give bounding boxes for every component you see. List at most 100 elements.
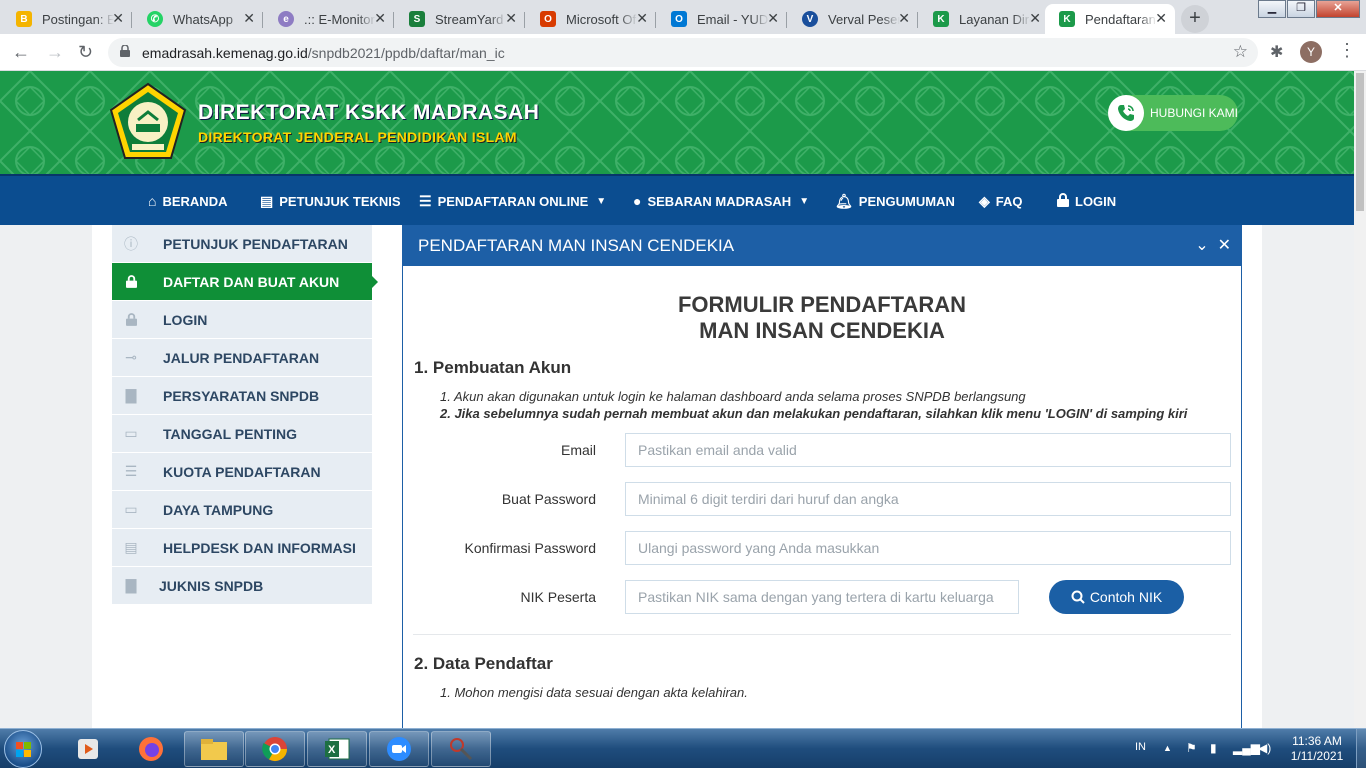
back-icon[interactable]: ←: [12, 42, 30, 63]
tab-label: Layanan Dire: [959, 11, 1031, 27]
sidebar-item-persyaratan-snpdb[interactable]: ▇ PERSYARATAN SNPDB: [112, 377, 372, 415]
extensions-icon[interactable]: ✱: [1270, 42, 1283, 62]
close-icon[interactable]: ✕: [636, 10, 648, 27]
browser-menu-icon[interactable]: ⋮: [1338, 40, 1356, 61]
close-icon[interactable]: ✕: [505, 10, 517, 27]
new-tab-button[interactable]: +: [1181, 5, 1209, 33]
nav-sebaran-madrasah[interactable]: ● SEBARAN MADRASAH ▼: [633, 193, 809, 209]
sidebar-item-login[interactable]: LOGIN: [112, 301, 372, 339]
snipping-tool-taskbar-icon[interactable]: [431, 731, 491, 767]
close-icon[interactable]: ✕: [1218, 237, 1231, 254]
browser-tab-active[interactable]: K Pendaftaran ✕: [1045, 4, 1175, 34]
section-heading-account: 1. Pembuatan Akun: [414, 358, 572, 377]
close-icon[interactable]: ✕: [898, 10, 910, 27]
show-hidden-icons[interactable]: ▲: [1163, 743, 1172, 753]
tab-label: Postingan: E: [42, 11, 114, 27]
sidebar-item-jalur-pendaftaran[interactable]: ⊸ JALUR PENDAFTARAN: [112, 339, 372, 377]
close-icon[interactable]: ✕: [374, 10, 386, 27]
network-signal-icon[interactable]: ▂▄▆: [1233, 741, 1260, 755]
nav-faq[interactable]: ◈ FAQ: [979, 193, 1023, 210]
sidebar-item-daftar-buat-akun[interactable]: DAFTAR DAN BUAT AKUN: [112, 263, 378, 301]
browser-tab[interactable]: e .:: E-Monitor ✕: [264, 4, 394, 34]
chrome-taskbar-icon[interactable]: [245, 731, 305, 767]
laptop-icon: ▭: [124, 501, 138, 517]
forward-icon[interactable]: →: [46, 42, 64, 63]
volume-icon[interactable]: ◀): [1258, 741, 1271, 755]
sidebar-item-daya-tampung[interactable]: ▭ DAYA TAMPUNG: [112, 491, 372, 529]
start-button[interactable]: [4, 730, 42, 768]
scrollbar-thumb[interactable]: [1356, 73, 1364, 211]
email-field[interactable]: [625, 433, 1231, 467]
sidebar-item-kuota-pendaftaran[interactable]: ☰ KUOTA PENDAFTARAN: [112, 453, 372, 491]
sidebar-item-label: LOGIN: [163, 311, 208, 328]
zoom-taskbar-icon[interactable]: [369, 731, 429, 767]
nav-pengumuman[interactable]: 🔔︎ PENGUMUMAN: [835, 193, 955, 210]
nik-field[interactable]: [625, 580, 1019, 614]
nik-example-button[interactable]: Contoh NIK: [1049, 580, 1184, 614]
power-icon[interactable]: ▮: [1210, 741, 1217, 755]
browser-tab[interactable]: V Verval Peser ✕: [788, 4, 918, 34]
show-desktop-button[interactable]: [1356, 729, 1366, 768]
close-icon[interactable]: ✕: [767, 10, 779, 27]
contact-us-button[interactable]: HUBUNGI KAMI: [1108, 95, 1238, 131]
system-clock[interactable]: 11:36 AM 1/11/2021: [1282, 734, 1352, 764]
nav-pendaftaran-online[interactable]: ☰ PENDAFTARAN ONLINE ▼: [419, 193, 606, 210]
panel-controls: ⌄ ✕: [1195, 226, 1231, 266]
password-field[interactable]: [625, 482, 1231, 516]
note-2: 2. Jika sebelumnya sudah pernah membuat …: [440, 406, 1188, 421]
windows-logo-icon: [16, 742, 31, 757]
main-navigation: ⌂ BERANDA ▤ PETUNJUK TEKNIS ☰ PENDAFTARAN O…: [0, 174, 1354, 225]
list-icon: ▤: [124, 539, 138, 555]
omnibox[interactable]: emadrasah.kemenag.go.id/snpdb2021/ppdb/d…: [108, 38, 1258, 67]
minimize-button[interactable]: ▁: [1258, 0, 1286, 18]
browser-tab[interactable]: B Postingan: E ✕: [2, 4, 132, 34]
firefox-taskbar-icon[interactable]: [121, 731, 181, 767]
tab-label: Microsoft Of: [566, 11, 637, 27]
account-notes: 1. Akun akan digunakan untuk login ke ha…: [440, 388, 1187, 422]
close-icon[interactable]: ✕: [1155, 10, 1167, 27]
close-icon[interactable]: ✕: [112, 10, 124, 27]
nav-label: FAQ: [995, 194, 1023, 209]
excel-taskbar-icon[interactable]: X: [307, 731, 367, 767]
browser-tab[interactable]: K Layanan Dire ✕: [919, 4, 1049, 34]
close-icon[interactable]: ✕: [243, 10, 255, 27]
language-indicator[interactable]: IN: [1135, 741, 1146, 753]
blogger-icon: B: [16, 11, 32, 27]
reload-icon[interactable]: ↻: [78, 42, 93, 63]
page-scrollbar[interactable]: [1354, 71, 1366, 728]
sidebar-item-petunjuk-pendaftaran[interactable]: ⓘ PETUNJUK PENDAFTARAN: [112, 225, 372, 263]
tab-label: Verval Peser: [828, 11, 900, 27]
note-1: 1. Akun akan digunakan untuk login ke ha…: [440, 389, 1026, 404]
form-title-line2: MAN INSAN CENDEKIA: [699, 318, 945, 343]
media-player-taskbar-icon[interactable]: [58, 731, 118, 767]
verval-icon: V: [802, 11, 818, 27]
sidebar-item-label: DAYA TAMPUNG: [163, 501, 274, 518]
browser-tab[interactable]: ✆ WhatsApp ✕: [133, 4, 263, 34]
nik-label: NIK Peserta: [520, 589, 596, 605]
sidebar-item-tanggal-penting[interactable]: ▭ TANGGAL PENTING: [112, 415, 372, 453]
profile-avatar[interactable]: Y: [1300, 41, 1322, 63]
nav-petunjuk-teknis[interactable]: ▤ PETUNJUK TEKNIS: [260, 193, 401, 210]
nav-beranda[interactable]: ⌂ BERANDA: [148, 193, 227, 209]
maximize-button[interactable]: ❐: [1287, 0, 1315, 18]
browser-tab[interactable]: O Email - YUDI ✕: [657, 4, 787, 34]
list-ordered-icon: ☰: [124, 463, 138, 479]
nav-label: BERANDA: [162, 193, 228, 209]
password-label: Buat Password: [501, 491, 596, 507]
bookmark-star-icon[interactable]: ☆: [1233, 42, 1248, 62]
confirm-password-field[interactable]: [625, 531, 1231, 565]
sidebar-item-helpdesk[interactable]: ▤ HELPDESK DAN INFORMASI: [112, 529, 372, 567]
nav-label: LOGIN: [1075, 194, 1117, 209]
browser-tab[interactable]: S StreamYard ✕: [395, 4, 525, 34]
explorer-taskbar-icon[interactable]: [184, 731, 244, 767]
action-center-flag-icon[interactable]: ⚑: [1186, 741, 1197, 755]
collapse-icon[interactable]: ⌄: [1195, 237, 1208, 254]
nik-button-label: Contoh NIK: [1089, 589, 1163, 605]
close-icon[interactable]: ✕: [1029, 10, 1041, 27]
nav-login[interactable]: LOGIN: [1057, 193, 1116, 210]
streamyard-icon: S: [409, 11, 425, 27]
divider: [413, 634, 1231, 635]
window-close-button[interactable]: ✕: [1316, 0, 1360, 18]
browser-tab[interactable]: O Microsoft Of ✕: [526, 4, 656, 34]
sidebar-item-juknis-snpdb[interactable]: ▇ JUKNIS SNPDB: [112, 567, 372, 605]
